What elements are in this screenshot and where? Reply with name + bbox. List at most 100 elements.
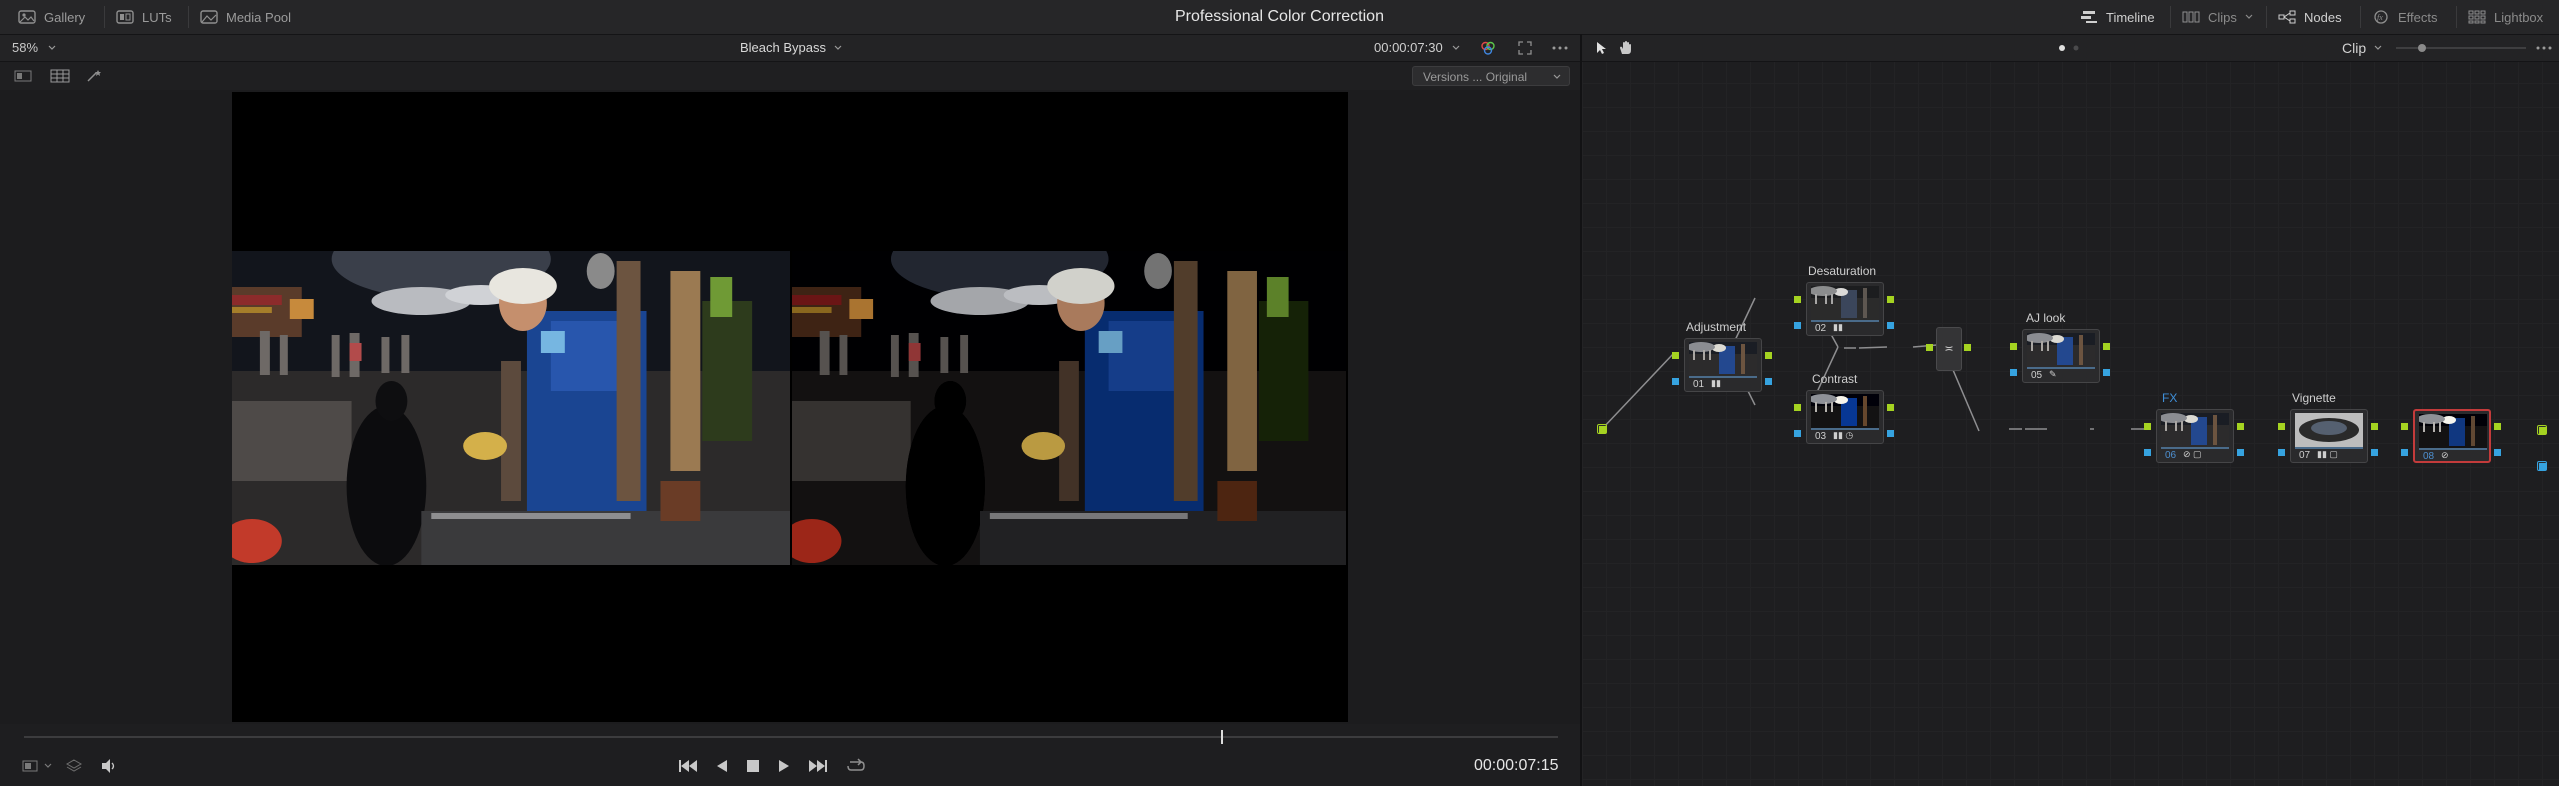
- node-histogram-icon: ▮▮: [1711, 378, 1721, 388]
- node-fx-icons: ⊘: [2441, 450, 2449, 460]
- skip-to-start-icon[interactable]: [678, 759, 698, 773]
- chevron-down-icon[interactable]: [44, 763, 52, 769]
- viewer[interactable]: [0, 90, 1580, 724]
- blue-port[interactable]: [2237, 449, 2244, 456]
- clip-name[interactable]: Bleach Bypass: [740, 35, 826, 61]
- chevron-down-icon[interactable]: [834, 45, 842, 51]
- gallery-button[interactable]: Gallery: [18, 0, 85, 34]
- node-aj-look[interactable]: 05 ✎: [2022, 329, 2100, 383]
- green-port[interactable]: [1672, 352, 1679, 359]
- green-port[interactable]: [1765, 352, 1772, 359]
- node-strip: [2419, 448, 2487, 450]
- blue-port[interactable]: [1794, 430, 1801, 437]
- more-options-icon[interactable]: [1552, 46, 1568, 50]
- green-port[interactable]: [2494, 423, 2501, 430]
- green-port[interactable]: [1887, 296, 1894, 303]
- single-view-icon[interactable]: [14, 70, 32, 82]
- layers-icon[interactable]: [66, 759, 82, 773]
- node-adjustment[interactable]: 01 ▮▮: [1684, 338, 1762, 392]
- node-fx[interactable]: 06 ⊘ ▢: [2156, 409, 2234, 463]
- highlight-icon[interactable]: [86, 69, 104, 83]
- blue-port[interactable]: [2278, 449, 2285, 456]
- green-port[interactable]: [2401, 423, 2408, 430]
- video-image: [232, 251, 790, 565]
- viewer-mode-icon[interactable]: [22, 760, 38, 772]
- node-label: AJ look: [2026, 311, 2066, 325]
- node-thumbnail: [1689, 342, 1757, 376]
- versions-dropdown[interactable]: Versions ... Original: [1412, 66, 1570, 86]
- split-view-original[interactable]: [232, 251, 790, 565]
- blue-port[interactable]: [2010, 369, 2017, 376]
- play-icon[interactable]: [778, 759, 790, 773]
- zoom-level[interactable]: 58%: [12, 35, 38, 61]
- chevron-down-icon[interactable]: [1452, 45, 1460, 51]
- node-number: 08: [2423, 451, 2435, 462]
- video-frame[interactable]: [232, 92, 1348, 722]
- blue-port[interactable]: [1672, 378, 1679, 385]
- timeline-button[interactable]: Timeline: [2080, 0, 2155, 34]
- clips-button[interactable]: Clips: [2182, 0, 2253, 34]
- blue-port[interactable]: [2371, 449, 2378, 456]
- blue-port[interactable]: [2103, 369, 2110, 376]
- nodes-label: Nodes: [2304, 9, 2342, 25]
- node-strip: [2027, 367, 2095, 369]
- effects-button[interactable]: fx Effects: [2372, 0, 2438, 34]
- fullscreen-icon[interactable]: [1518, 41, 1532, 55]
- green-port[interactable]: [2010, 343, 2017, 350]
- green-port[interactable]: [1794, 404, 1801, 411]
- chevron-down-icon[interactable]: [48, 45, 56, 51]
- svg-text:fx: fx: [2377, 13, 2383, 22]
- green-port[interactable]: [2278, 423, 2285, 430]
- media-pool-label: Media Pool: [226, 9, 292, 25]
- blue-port[interactable]: [1887, 430, 1894, 437]
- lightbox-label: Lightbox: [2494, 9, 2544, 25]
- loop-icon[interactable]: [846, 758, 866, 774]
- color-wheel-icon[interactable]: [1480, 40, 1496, 56]
- green-port[interactable]: [1887, 404, 1894, 411]
- lightbox-button[interactable]: Lightbox: [2468, 0, 2543, 34]
- green-port[interactable]: [2103, 343, 2110, 350]
- green-port[interactable]: [2144, 423, 2151, 430]
- green-port[interactable]: [2237, 423, 2244, 430]
- node-08-selected[interactable]: 08 ⊘: [2413, 409, 2491, 463]
- media-pool-button[interactable]: Media Pool: [200, 0, 291, 34]
- luts-button[interactable]: LUTs: [116, 0, 172, 34]
- grid-view-icon[interactable]: [50, 69, 70, 83]
- playhead[interactable]: [1220, 730, 1223, 744]
- play-reverse-icon[interactable]: [716, 759, 728, 773]
- green-port[interactable]: [1926, 344, 1933, 351]
- green-port[interactable]: [1794, 296, 1801, 303]
- divider: [2266, 6, 2267, 28]
- green-port[interactable]: [1599, 426, 1606, 433]
- split-view-graded[interactable]: [792, 251, 1346, 565]
- volume-icon[interactable]: [100, 758, 118, 774]
- effects-icon: fx: [2374, 10, 2388, 24]
- luts-label: LUTs: [142, 9, 172, 25]
- layer-mixer-node[interactable]: ≍: [1936, 327, 1962, 371]
- mixer-symbol: ≍: [1944, 343, 1954, 355]
- viewer-timecode[interactable]: 00:00:07:30: [1374, 35, 1443, 61]
- divider: [2360, 6, 2361, 28]
- node-histogram-icon: ▮▮ ▢: [2317, 449, 2338, 459]
- blue-port[interactable]: [1794, 322, 1801, 329]
- green-port[interactable]: [2371, 423, 2378, 430]
- blue-port[interactable]: [1765, 378, 1772, 385]
- blue-port[interactable]: [2401, 449, 2408, 456]
- node-contrast[interactable]: 03 ▮▮ ◷: [1806, 390, 1884, 444]
- blue-port[interactable]: [2494, 449, 2501, 456]
- stop-icon[interactable]: [746, 759, 760, 773]
- luts-icon: [116, 10, 134, 24]
- blue-port[interactable]: [1887, 322, 1894, 329]
- scrub-bar[interactable]: [24, 736, 1558, 738]
- green-port[interactable]: [1964, 344, 1971, 351]
- node-thumbnail: [2419, 414, 2487, 448]
- blue-port[interactable]: [2144, 449, 2151, 456]
- nodes-button[interactable]: Nodes: [2278, 0, 2342, 34]
- green-port[interactable]: [2539, 427, 2546, 434]
- lightbox-icon: [2468, 10, 2486, 24]
- skip-to-end-icon[interactable]: [808, 759, 828, 773]
- node-vignette[interactable]: 07 ▮▮ ▢: [2290, 409, 2368, 463]
- node-thumbnail: [1811, 394, 1879, 428]
- blue-port[interactable]: [2539, 463, 2546, 470]
- node-desaturation[interactable]: 02 ▮▮: [1806, 282, 1884, 336]
